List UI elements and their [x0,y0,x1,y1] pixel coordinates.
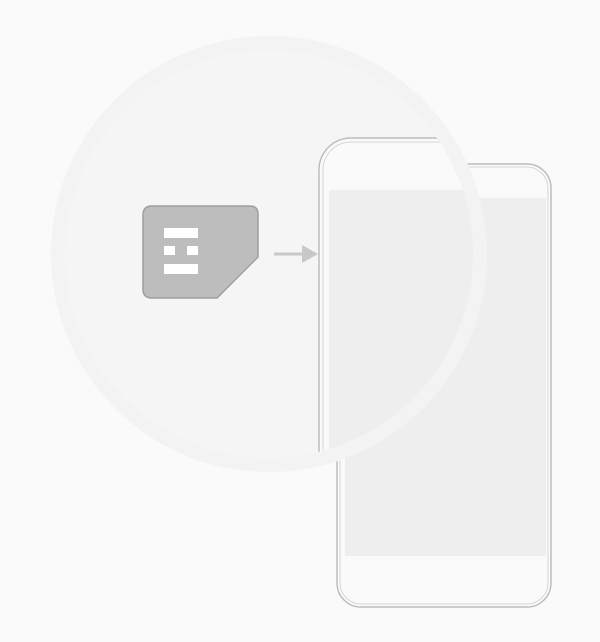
sim-insert-illustration [51,36,552,608]
sim-insert-screen [0,0,600,642]
